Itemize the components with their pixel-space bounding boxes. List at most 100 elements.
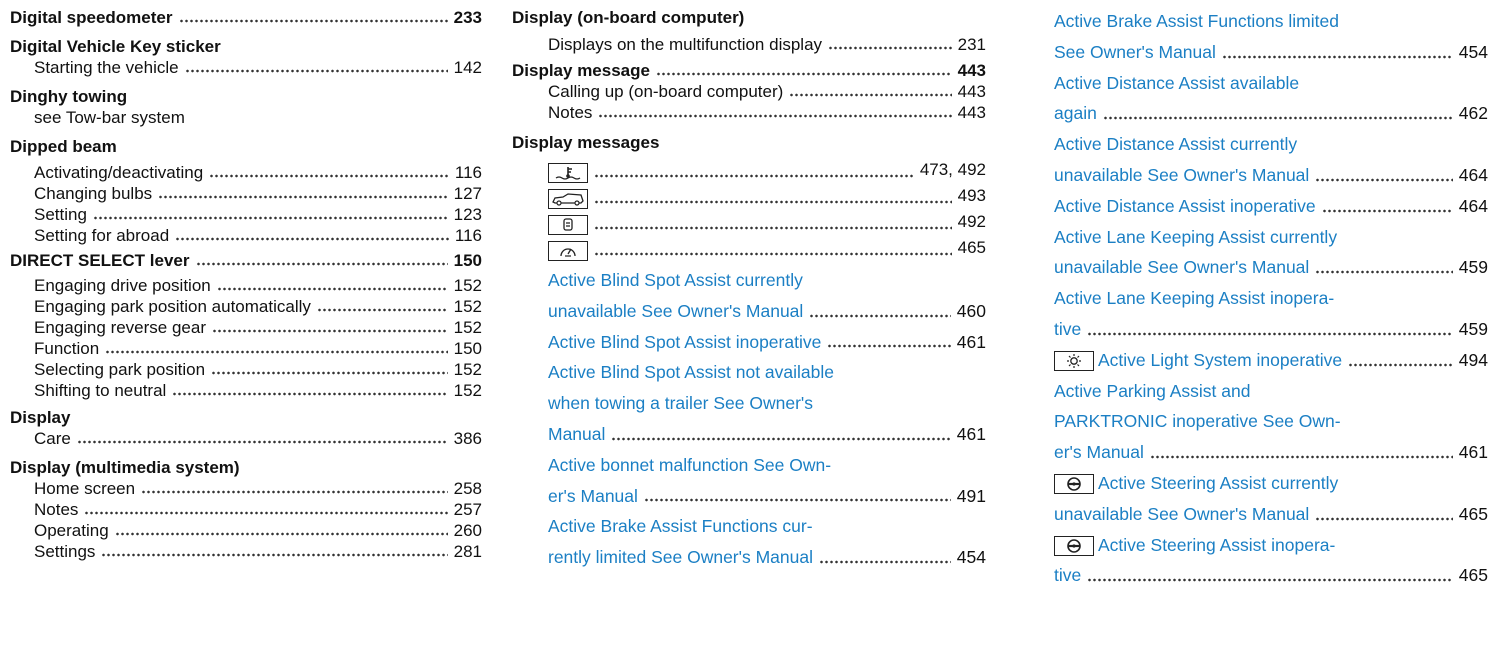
leader-dots bbox=[827, 344, 951, 349]
entry-label-with-icon: Active Light System inoperative bbox=[1054, 345, 1342, 376]
warning-message-line: Active Steering Assist currently bbox=[1054, 468, 1488, 499]
leader-dots bbox=[1321, 208, 1453, 213]
entry-label: when towing a trailer See Owner's bbox=[548, 393, 813, 414]
warning-message-entry: rently limited See Owner's Manual 454 bbox=[512, 542, 986, 573]
page-number: 152 bbox=[453, 381, 482, 400]
page-number: 491 bbox=[956, 485, 986, 506]
entry-label: DIRECT SELECT lever bbox=[10, 251, 190, 270]
entry-label: Setting for abroad bbox=[34, 226, 170, 245]
leader-dots bbox=[1087, 578, 1453, 583]
entry-label: Display messages bbox=[512, 133, 660, 152]
page-number: 116 bbox=[454, 163, 482, 182]
page-number: 152 bbox=[453, 276, 482, 295]
page-number: 257 bbox=[453, 500, 482, 519]
entry-label: Engaging reverse gear bbox=[34, 318, 207, 337]
entry-label: Settings bbox=[34, 542, 96, 561]
leader-dots bbox=[211, 371, 448, 375]
page-number: 258 bbox=[453, 479, 482, 498]
leader-dots bbox=[216, 287, 448, 291]
entry-label: unavailable See Owner's Manual bbox=[1054, 503, 1310, 524]
index-entry: Setting 123 bbox=[10, 204, 482, 225]
speedometer-icon bbox=[548, 241, 588, 261]
page-number: 281 bbox=[453, 542, 482, 561]
leader-dots bbox=[141, 490, 448, 494]
index-entry: Notes 443 bbox=[512, 102, 986, 123]
entry-label: again bbox=[1054, 103, 1097, 124]
leader-dots bbox=[1221, 54, 1453, 59]
index-see-also: see Tow-bar system bbox=[10, 107, 482, 128]
page-number: 493 bbox=[957, 186, 986, 205]
index-entry: Shifting to neutral 152 bbox=[10, 380, 482, 401]
entry-label: Home screen bbox=[34, 479, 136, 498]
leader-dots bbox=[594, 200, 952, 204]
entry-label: Dinghy towing bbox=[10, 87, 128, 106]
entry-label: Manual bbox=[548, 423, 606, 444]
coolant-temperature-icon bbox=[548, 163, 588, 183]
page-number: 386 bbox=[453, 429, 482, 448]
steering-assist-icon bbox=[1054, 535, 1094, 556]
index-entry: 492 bbox=[512, 209, 986, 235]
page-number: 123 bbox=[453, 205, 482, 224]
leader-dots bbox=[84, 511, 448, 515]
page-number: 152 bbox=[453, 318, 482, 337]
index-heading: Display (multimedia system) bbox=[10, 457, 482, 478]
leader-dots bbox=[594, 226, 952, 230]
page-number: 461 bbox=[956, 331, 986, 352]
index-heading: Display bbox=[10, 407, 482, 428]
page-number: 443 bbox=[957, 103, 986, 122]
leader-dots bbox=[212, 329, 448, 333]
page-number: 152 bbox=[453, 360, 482, 379]
entry-label: Active Blind Spot Assist not available bbox=[548, 362, 834, 383]
leader-dots bbox=[209, 174, 449, 178]
entry-label: Digital Vehicle Key sticker bbox=[10, 37, 221, 56]
page-number: 461 bbox=[1458, 442, 1488, 463]
warning-message-line: when towing a trailer See Owner's bbox=[512, 388, 986, 419]
page-number: 492 bbox=[957, 212, 986, 231]
index-entry: 465 bbox=[512, 235, 986, 261]
index-entry: Display message 443 bbox=[512, 60, 986, 81]
warning-message-line: Active Distance Assist currently bbox=[1054, 129, 1488, 160]
index-heading: Digital Vehicle Key sticker bbox=[10, 36, 482, 57]
leader-dots bbox=[818, 559, 951, 564]
page-number: 464 bbox=[1458, 195, 1488, 216]
page-number: 233 bbox=[453, 8, 482, 27]
leader-dots bbox=[105, 350, 448, 354]
page-number: 465 bbox=[1458, 565, 1488, 586]
index-entry: Displays on the multifunction display 231 bbox=[512, 34, 986, 55]
entry-label: Display bbox=[10, 408, 71, 427]
leader-dots bbox=[1315, 516, 1453, 521]
page-number: 460 bbox=[956, 300, 986, 321]
entry-label: Changing bulbs bbox=[34, 184, 153, 203]
entry-label: Operating bbox=[34, 521, 109, 540]
index-column-1: Digital speedometer 233 Digital Vehicle K… bbox=[10, 7, 482, 562]
page-number: 142 bbox=[453, 58, 482, 77]
index-heading: Display messages bbox=[512, 132, 986, 153]
warning-message-entry: Active Blind Spot Assist inoperative 461 bbox=[512, 327, 986, 358]
entry-label: tive bbox=[1054, 565, 1082, 586]
page-number: 127 bbox=[453, 184, 482, 203]
index-entry: Setting for abroad 116 bbox=[10, 225, 482, 246]
index-entry: Activating/deactivating 116 bbox=[10, 162, 482, 183]
index-column-3: Active Brake Assist Functions limited Se… bbox=[1054, 6, 1488, 591]
warning-message-line: Active bonnet malfunction See Own- bbox=[512, 450, 986, 481]
entry-label: Active Light System inoperative bbox=[1098, 349, 1343, 370]
entry-label: Active Steering Assist inopera- bbox=[1098, 534, 1336, 555]
warning-message-line: Active Lane Keeping Assist inopera- bbox=[1054, 283, 1488, 314]
warning-message-line: Active Parking Assist and bbox=[1054, 376, 1488, 407]
car-side-icon bbox=[548, 189, 588, 209]
page-number: 462 bbox=[1458, 103, 1488, 124]
page-number: 231 bbox=[957, 35, 986, 54]
index-entry: Calling up (on-board computer) 443 bbox=[512, 81, 986, 102]
index-entry: Starting the vehicle 142 bbox=[10, 57, 482, 78]
entry-label: Display message bbox=[512, 61, 650, 80]
entry-label: Active Distance Assist currently bbox=[1054, 134, 1298, 155]
entry-label: Active Distance Assist inoperative bbox=[1054, 195, 1316, 216]
warning-message-line: Active Brake Assist Functions cur- bbox=[512, 511, 986, 542]
index-entry: Changing bulbs 127 bbox=[10, 183, 482, 204]
leader-dots bbox=[1102, 116, 1453, 121]
page-number: 465 bbox=[1458, 503, 1488, 524]
index-entry: Engaging park position automatically 152 bbox=[10, 296, 482, 317]
entry-label: Active Lane Keeping Assist currently bbox=[1054, 226, 1338, 247]
entry-label: Notes bbox=[548, 103, 593, 122]
warning-message-entry: unavailable See Owner's Manual 465 bbox=[1054, 499, 1488, 530]
